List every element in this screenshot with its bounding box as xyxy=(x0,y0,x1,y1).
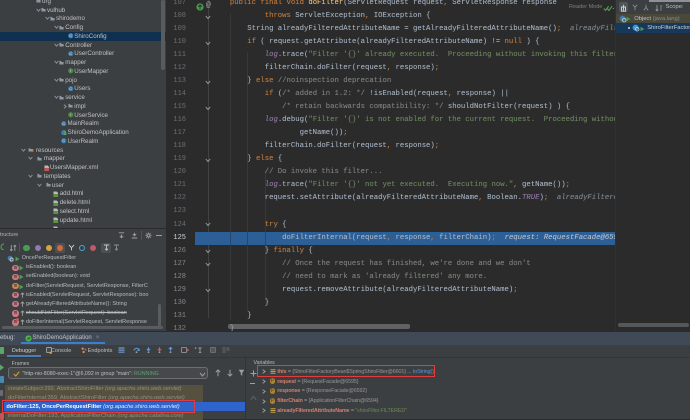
svg-text:I: I xyxy=(70,69,71,74)
svg-text:C: C xyxy=(62,139,65,144)
svg-text:C: C xyxy=(69,34,72,39)
svg-text:C: C xyxy=(69,51,72,56)
svg-text:C: C xyxy=(69,86,72,91)
svg-text:I: I xyxy=(70,112,71,117)
svg-text:C: C xyxy=(62,121,65,126)
